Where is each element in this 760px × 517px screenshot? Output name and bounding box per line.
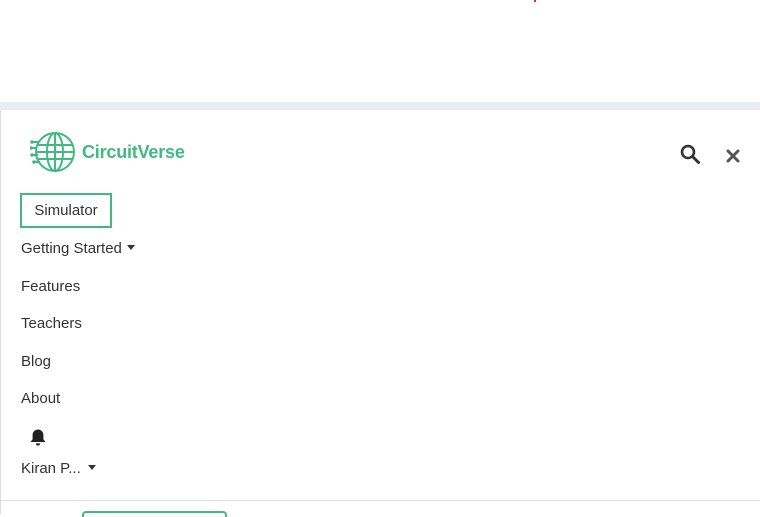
circuitverse-logo-icon (30, 132, 75, 172)
search-button[interactable] (678, 142, 702, 166)
nav-link-blog[interactable]: Blog (21, 353, 51, 370)
notifications-button[interactable] (29, 428, 47, 452)
nav-link-about[interactable]: About (21, 390, 60, 407)
user-menu-dropdown[interactable]: Kiran P... (21, 460, 96, 477)
user-name: Kiran P... (21, 460, 81, 477)
chevron-down-icon (87, 464, 96, 470)
bell-icon (30, 429, 46, 446)
brand-name: CircuitVerse (82, 141, 185, 162)
page-top-blank (0, 0, 760, 102)
simulator-button[interactable]: Simulator (20, 193, 112, 228)
chevron-down-icon (126, 244, 135, 250)
panel-bottom-divider (1, 500, 760, 501)
search-icon (680, 144, 700, 164)
separator-band (0, 102, 760, 110)
nav-link-features[interactable]: Features (21, 278, 80, 295)
red-dot (534, 0, 536, 2)
partial-button-edge (82, 511, 227, 517)
brand-logo-link[interactable]: CircuitVerse (30, 129, 185, 175)
getting-started-dropdown[interactable]: Getting Started (21, 240, 135, 257)
close-icon (726, 149, 740, 163)
mobile-nav-panel: CircuitVerse Simulator Getting Started F… (0, 110, 760, 517)
getting-started-label: Getting Started (21, 240, 122, 257)
nav-link-teachers[interactable]: Teachers (21, 315, 82, 332)
close-menu-button[interactable] (721, 144, 745, 168)
